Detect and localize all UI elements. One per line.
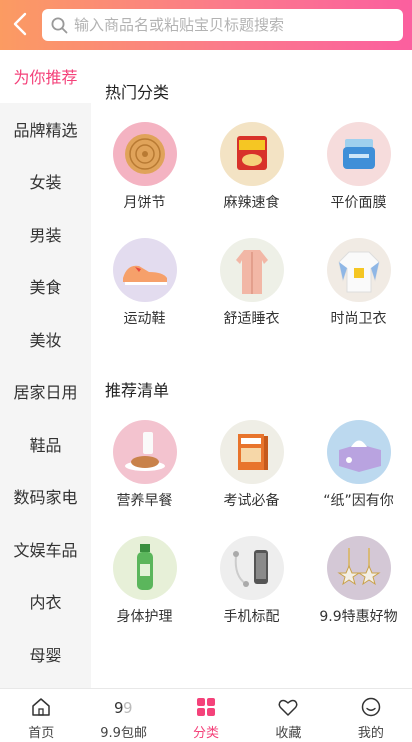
category-item-label: 时尚卫衣 [330,311,387,327]
smiley-user-icon [361,697,381,717]
star-earrings-icon [326,536,391,600]
nine-nine-icon: 9 9 [114,699,133,717]
sidebar-item-entertainment-auto[interactable]: 文娱车品 [0,523,91,576]
tab-label: 分类 [193,726,220,741]
breakfast-icon [112,420,177,484]
sneaker-icon [112,238,177,302]
sidebar-item-mens-clothing[interactable]: 男装 [0,208,91,261]
search-box[interactable] [42,9,403,41]
tab-category[interactable]: 分类 [165,689,247,742]
category-sidebar: 为你推荐 品牌精选 女装 男装 美食 美妆 居家日用 鞋品 数码家电 文娱车品 … [0,50,91,688]
category-item-label: 身体护理 [116,609,173,625]
earphones-phone-icon [219,536,284,600]
mooncake-icon [112,122,177,186]
home-icon [32,698,50,716]
category-item-label: 运动鞋 [123,311,166,327]
category-item-face-mask[interactable]: 平价面膜 [305,122,412,212]
pajamas-icon [219,238,284,302]
category-item-label: 舒适睡衣 [223,311,280,327]
face-mask-jar-icon [326,122,391,186]
sidebar-item-household[interactable]: 居家日用 [0,365,91,418]
category-item-tissue[interactable]: “纸”因有你 [305,420,412,510]
hoodie-icon [326,238,391,302]
category-item-mooncake[interactable]: 月饼节 [91,122,198,212]
category-item-label: 考试必备 [223,493,280,509]
category-item-label: 9.9特惠好物 [319,609,398,625]
category-item-sneakers[interactable]: 运动鞋 [91,238,198,328]
tab-nine-nine-free-shipping[interactable]: 9 9 9.9包邮 [82,689,164,742]
category-item-exam-essentials[interactable]: 考试必备 [198,420,305,510]
category-item-pajamas[interactable]: 舒适睡衣 [198,238,305,328]
category-item-label: 麻辣速食 [223,195,280,211]
category-item-label: 手机标配 [223,609,280,625]
category-item-nine-nine-deals[interactable]: 9.9特惠好物 [305,536,412,626]
header-bar [0,0,412,50]
section-title-hot-categories: 热门分类 [105,83,170,102]
tab-mine[interactable]: 我的 [330,689,412,742]
search-icon [51,17,68,33]
svg-text:9: 9 [123,699,133,717]
tissue-box-icon [326,420,391,484]
category-item-label: 平价面膜 [330,195,387,211]
sidebar-item-brands[interactable]: 品牌精选 [0,103,91,156]
sidebar-item-womens-clothing[interactable]: 女装 [0,155,91,208]
category-item-body-care[interactable]: 身体护理 [91,536,198,626]
sidebar-item-baby[interactable]: 母婴 [0,628,91,681]
body-lotion-icon [112,536,177,600]
tab-home[interactable]: 首页 [0,689,82,742]
chevron-left-icon [13,12,27,36]
tab-label: 9.9包邮 [100,726,147,741]
sidebar-item-food[interactable]: 美食 [0,260,91,313]
sidebar-item-shoes[interactable]: 鞋品 [0,418,91,471]
tab-favorites[interactable]: 收藏 [247,689,329,742]
tab-label: 首页 [28,726,55,741]
section-title-recommended-lists: 推荐清单 [105,381,170,400]
sidebar-item-electronics[interactable]: 数码家电 [0,470,91,523]
spicy-noodles-icon [219,122,284,186]
bottom-tab-bar: 首页 9 9 9.9包邮 分类 收藏 我的 [0,688,412,742]
exam-books-icon [219,420,284,484]
category-item-label: 营养早餐 [116,493,173,509]
category-item-breakfast[interactable]: 营养早餐 [91,420,198,510]
heart-icon [278,699,298,716]
back-button[interactable] [10,10,32,38]
category-content: 热门分类 月饼节 麻辣速食 平价面膜 运动鞋 舒适睡衣 时尚卫衣 推荐清单 营养… [91,50,412,688]
category-item-phone-accessories[interactable]: 手机标配 [198,536,305,626]
sidebar-item-underwear[interactable]: 内衣 [0,575,91,628]
category-item-label: 月饼节 [123,195,166,211]
sidebar-item-recommended[interactable]: 为你推荐 [0,50,91,103]
tab-label: 收藏 [275,726,302,741]
sidebar-item-beauty[interactable]: 美妆 [0,313,91,366]
category-item-hoodie[interactable]: 时尚卫衣 [305,238,412,328]
tab-label: 我的 [357,726,384,741]
search-input[interactable] [74,16,394,34]
category-item-spicy-instant-food[interactable]: 麻辣速食 [198,122,305,212]
category-grid-icon [197,698,216,716]
category-item-label: “纸”因有你 [323,493,394,509]
